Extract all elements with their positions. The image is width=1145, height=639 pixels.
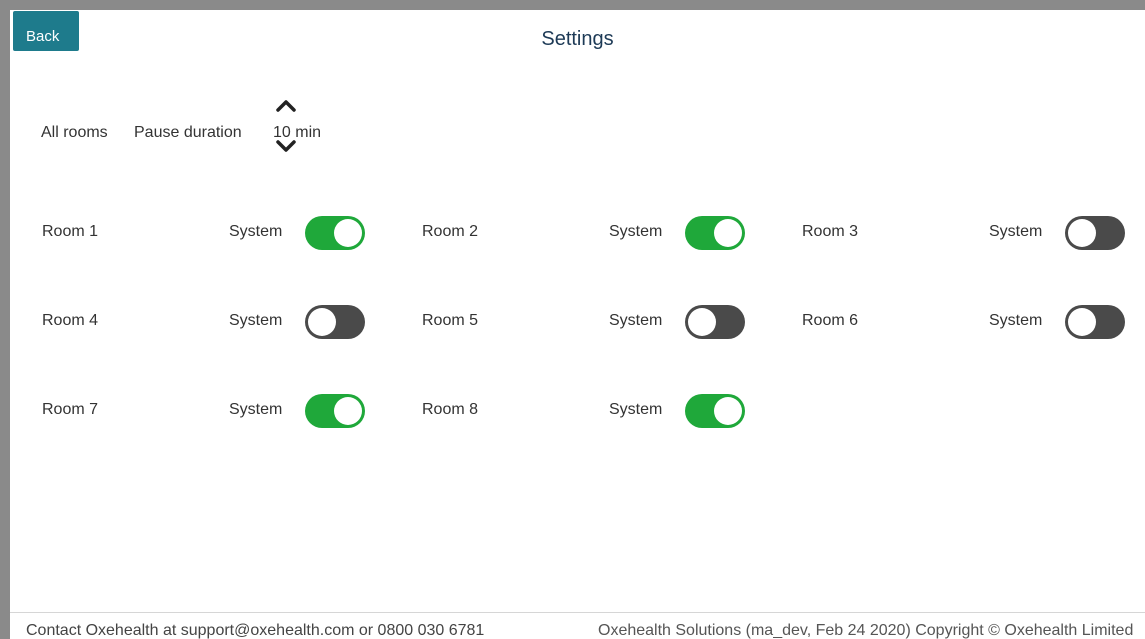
toggle-knob xyxy=(334,397,362,425)
room-5-row: Room 5 System xyxy=(422,305,752,339)
room-7-row: Room 7 System xyxy=(42,394,372,428)
system-label: System xyxy=(609,223,663,240)
room-6-row: Room 6 System xyxy=(802,305,1132,339)
room-8-row: Room 8 System xyxy=(422,394,752,428)
room-name: Room 5 xyxy=(422,312,479,329)
footer-copyright: Oxehealth Solutions (ma_dev, Feb 24 2020… xyxy=(598,622,1134,639)
pause-duration-label: Pause duration xyxy=(134,124,242,141)
chevron-down-icon[interactable] xyxy=(276,140,296,154)
toggle-knob xyxy=(1068,219,1096,247)
system-label: System xyxy=(609,312,663,329)
system-label: System xyxy=(989,312,1043,329)
settings-page: Back Settings All rooms Pause duration 1… xyxy=(10,10,1145,639)
chevron-up-icon[interactable] xyxy=(276,98,296,112)
room-name: Room 6 xyxy=(802,312,859,329)
room-2-row: Room 2 System xyxy=(422,216,752,250)
room-8-system-toggle[interactable] xyxy=(685,394,745,428)
room-name: Room 2 xyxy=(422,223,479,240)
page-title: Settings xyxy=(541,28,614,50)
system-label: System xyxy=(989,223,1043,240)
room-6-system-toggle[interactable] xyxy=(1065,305,1125,339)
toggle-knob xyxy=(688,308,716,336)
room-4-system-toggle[interactable] xyxy=(305,305,365,339)
toggle-knob xyxy=(714,219,742,247)
room-5-system-toggle[interactable] xyxy=(685,305,745,339)
system-label: System xyxy=(229,401,283,418)
room-3-system-toggle[interactable] xyxy=(1065,216,1125,250)
room-name: Room 7 xyxy=(42,401,99,418)
room-1-system-toggle[interactable] xyxy=(305,216,365,250)
toggle-knob xyxy=(1068,308,1096,336)
system-label: System xyxy=(229,223,283,240)
toggle-knob xyxy=(334,219,362,247)
room-name: Room 8 xyxy=(422,401,479,418)
system-label: System xyxy=(229,312,283,329)
room-name: Room 1 xyxy=(42,223,99,240)
room-name: Room 3 xyxy=(802,223,859,240)
footer-contact: Contact Oxehealth at support@oxehealth.c… xyxy=(26,622,485,639)
footer: Contact Oxehealth at support@oxehealth.c… xyxy=(10,612,1145,639)
all-rooms-label: All rooms xyxy=(41,124,108,141)
system-label: System xyxy=(609,401,663,418)
toggle-knob xyxy=(308,308,336,336)
toggle-knob xyxy=(714,397,742,425)
room-1-row: Room 1 System xyxy=(42,216,372,250)
room-7-system-toggle[interactable] xyxy=(305,394,365,428)
room-name: Room 4 xyxy=(42,312,99,329)
room-2-system-toggle[interactable] xyxy=(685,216,745,250)
room-3-row: Room 3 System xyxy=(802,216,1132,250)
room-4-row: Room 4 System xyxy=(42,305,372,339)
